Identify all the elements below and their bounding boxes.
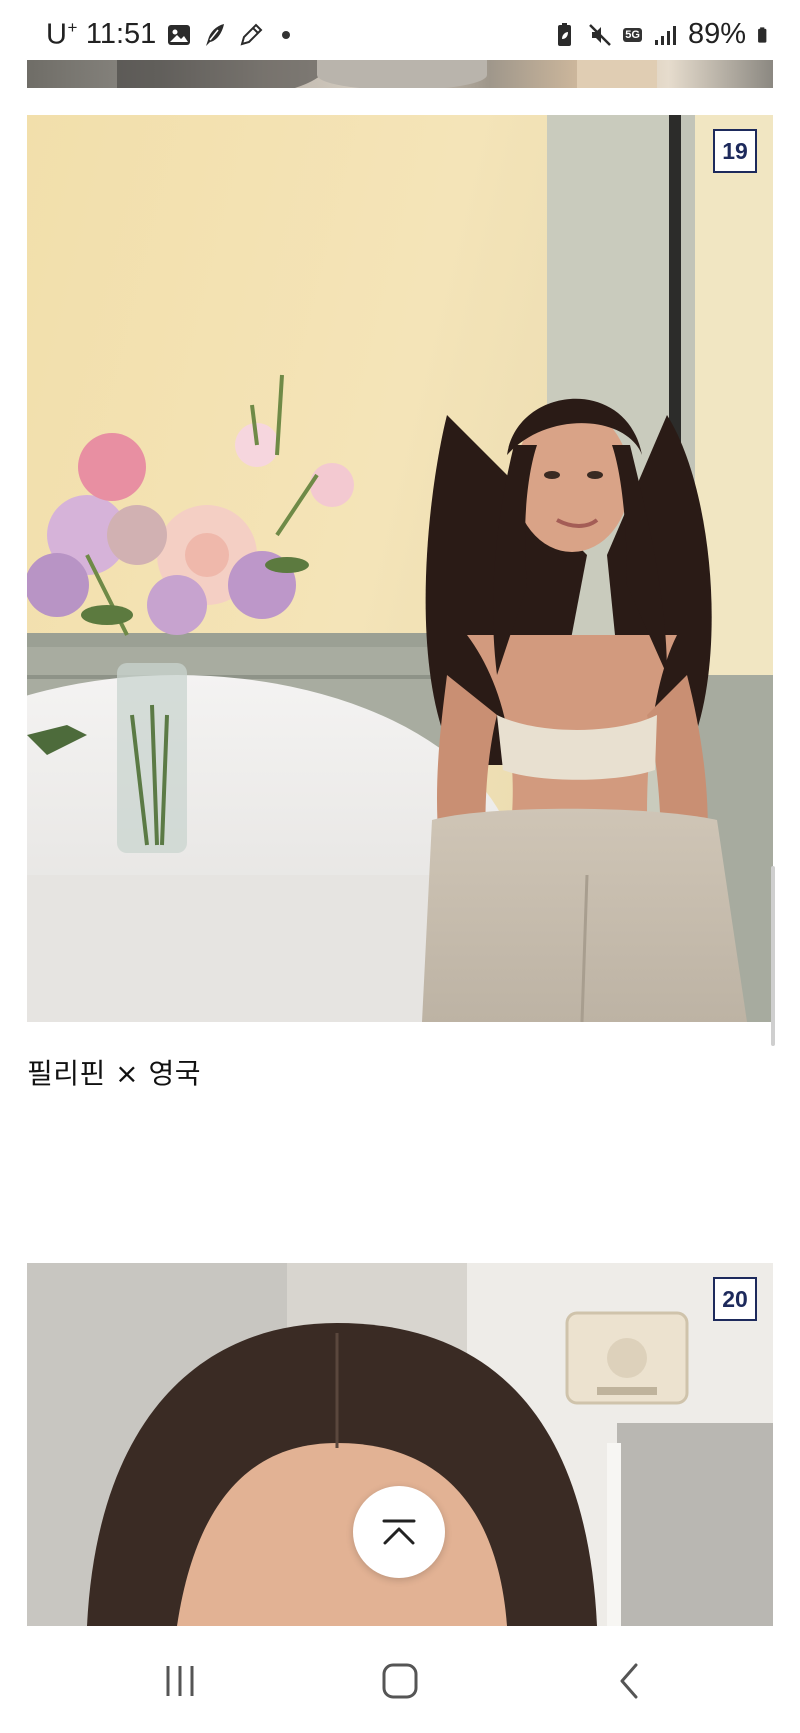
scroll-to-top-button[interactable] <box>353 1486 445 1578</box>
home-button[interactable] <box>370 1656 430 1706</box>
clock: 11:51 <box>85 18 157 51</box>
recents-button[interactable] <box>150 1656 210 1706</box>
image-icon <box>168 24 191 45</box>
home-icon <box>382 1663 418 1699</box>
quill-icon <box>206 23 225 46</box>
back-icon <box>620 1663 638 1699</box>
back-button[interactable] <box>600 1656 660 1706</box>
network-type: 5G <box>623 27 642 42</box>
photo-number-badge: 19 <box>713 129 757 173</box>
status-left: U+ 11:51 <box>46 18 291 52</box>
chevron-up-icon <box>382 1519 416 1545</box>
status-right: 5G 89% <box>551 18 774 51</box>
battery-saver-icon <box>558 22 572 46</box>
pencil-icon <box>240 23 263 46</box>
navigation-bar <box>0 1626 800 1733</box>
photo-card[interactable]: 19 <box>27 115 773 1022</box>
signal-icon <box>654 25 676 45</box>
photo-number-badge: 20 <box>713 1277 757 1321</box>
battery-percent: 89% <box>687 18 746 50</box>
previous-photo-partial <box>27 60 773 88</box>
notification-dot <box>282 30 291 39</box>
mute-icon <box>589 23 612 46</box>
photo-caption: 필리핀 × 영국 <box>27 1057 202 1090</box>
scrollbar[interactable] <box>771 866 775 1046</box>
battery-icon <box>758 26 767 43</box>
carrier-label: U+ <box>46 18 78 51</box>
recents-icon <box>166 1666 194 1696</box>
photo-illustration <box>27 115 773 1022</box>
